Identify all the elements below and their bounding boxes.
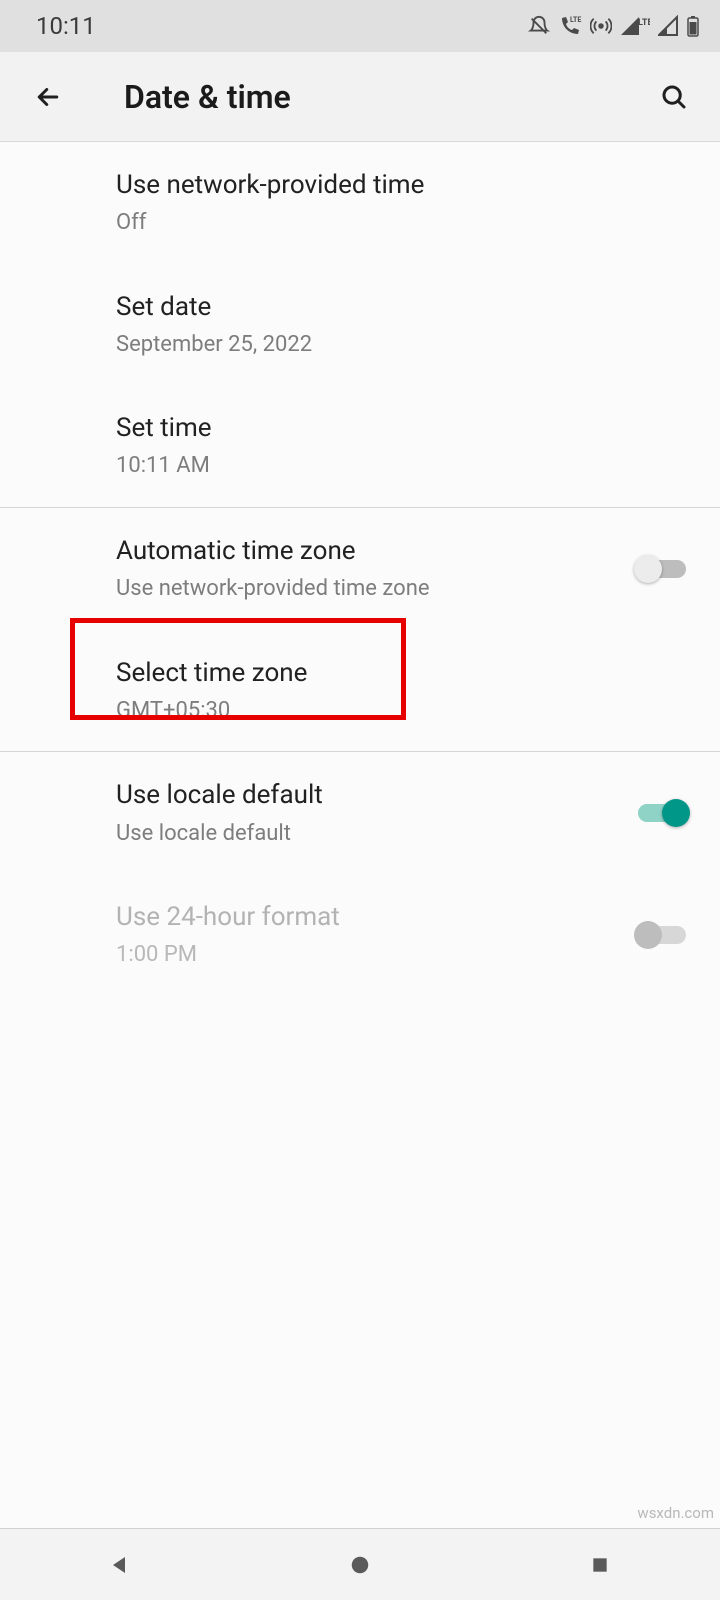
- locale-default-switch[interactable]: [634, 795, 690, 831]
- setting-subtitle: Use network-provided time zone: [116, 575, 618, 604]
- setting-subtitle: Use locale default: [116, 820, 618, 849]
- app-bar: Date & time: [0, 52, 720, 142]
- setting-subtitle: GMT+05:30: [116, 697, 690, 726]
- hotspot-icon: [590, 15, 612, 37]
- setting-title: Set time: [116, 411, 690, 446]
- setting-locale-default[interactable]: Use locale default Use locale default: [0, 752, 720, 874]
- setting-24-hour-format: Use 24-hour format 1:00 PM: [0, 874, 720, 996]
- settings-list: Use network-provided time Off Set date S…: [0, 142, 720, 996]
- setting-title: Automatic time zone: [116, 534, 618, 569]
- volte-call-icon: LTE: [558, 15, 582, 37]
- svg-text:LTE: LTE: [638, 18, 650, 28]
- automatic-timezone-switch[interactable]: [634, 551, 690, 587]
- setting-select-timezone[interactable]: Select time zone GMT+05:30: [0, 630, 720, 752]
- setting-subtitle: 1:00 PM: [116, 941, 618, 970]
- setting-subtitle: September 25, 2022: [116, 331, 690, 360]
- signal-2-icon: [658, 15, 678, 37]
- nav-recent-button[interactable]: [545, 1540, 655, 1590]
- search-button[interactable]: [652, 75, 696, 119]
- svg-text:LTE: LTE: [570, 16, 581, 24]
- status-time: 10:11: [36, 12, 96, 40]
- setting-set-date[interactable]: Set date September 25, 2022: [0, 264, 720, 386]
- setting-title: Select time zone: [116, 656, 690, 691]
- status-icons: LTE LTE: [528, 15, 700, 37]
- page-title: Date & time: [124, 78, 652, 116]
- setting-set-time[interactable]: Set time 10:11 AM: [0, 385, 720, 507]
- setting-title: Set date: [116, 290, 690, 325]
- navigation-bar: [0, 1528, 720, 1600]
- status-bar: 10:11 LTE LTE: [0, 0, 720, 52]
- battery-icon: [686, 15, 700, 37]
- setting-title: Use 24-hour format: [116, 900, 618, 935]
- setting-title: Use network-provided time: [116, 168, 690, 203]
- signal-1-icon: LTE: [620, 15, 650, 37]
- setting-subtitle: Off: [116, 209, 690, 238]
- setting-automatic-timezone[interactable]: Automatic time zone Use network-provided…: [0, 508, 720, 630]
- setting-subtitle: 10:11 AM: [116, 452, 690, 481]
- back-button[interactable]: [26, 75, 70, 119]
- 24-hour-format-switch: [634, 917, 690, 953]
- setting-title: Use locale default: [116, 778, 618, 813]
- setting-network-time[interactable]: Use network-provided time Off: [0, 142, 720, 264]
- watermark: wsxdn.com: [637, 1504, 714, 1522]
- dnd-icon: [528, 15, 550, 37]
- nav-home-button[interactable]: [305, 1540, 415, 1590]
- nav-back-button[interactable]: [65, 1540, 175, 1590]
